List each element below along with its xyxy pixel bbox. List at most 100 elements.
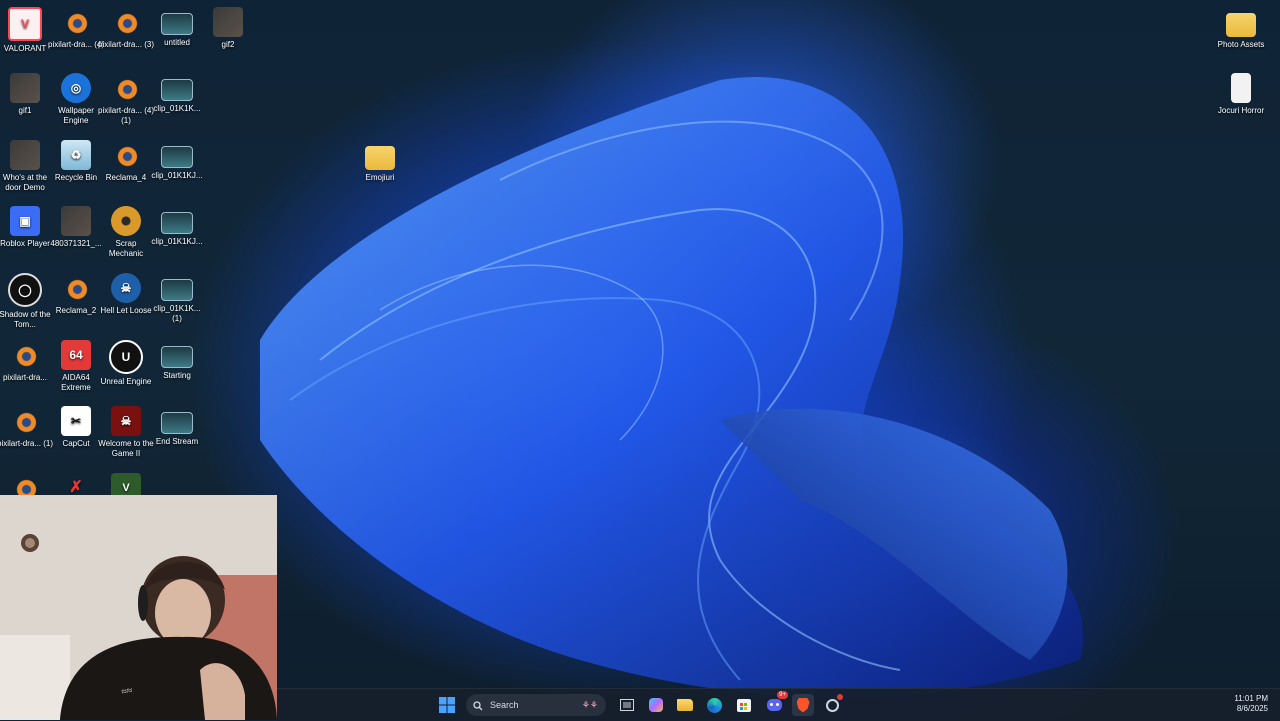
blender-icon xyxy=(10,406,40,436)
unreal-icon: U xyxy=(109,340,143,374)
document-icon xyxy=(1231,73,1251,103)
desktop-icon[interactable]: End Stream xyxy=(149,406,205,447)
desktop-icon-label: CapCut xyxy=(62,439,90,448)
desktop-icon[interactable]: ☠ Hell Let Loose xyxy=(98,273,154,316)
clip-icon xyxy=(161,79,193,101)
wallpaper-icon: ◎ xyxy=(61,73,91,103)
copilot-icon xyxy=(649,698,663,712)
desktop-icon[interactable]: pixilart-dra... (4) xyxy=(48,7,104,50)
taskbar-edge-button[interactable] xyxy=(703,694,725,716)
desktop-icon-label: Reclama_4 xyxy=(105,173,147,182)
folder-icon xyxy=(677,699,693,711)
desktop-icon[interactable]: 480371321_... xyxy=(48,206,104,249)
scrap-icon xyxy=(111,206,141,236)
desktop-icon[interactable]: pixilart-dra... xyxy=(0,340,53,383)
clip-icon xyxy=(161,346,193,368)
desktop-icon-photo-assets-folder[interactable]: Photo Assets xyxy=(1213,7,1269,50)
desktop-icon[interactable]: Who's at the door Demo xyxy=(0,140,53,193)
search-placeholder: Search xyxy=(490,700,519,710)
settings-gear-icon xyxy=(825,698,839,712)
thumb-icon xyxy=(61,206,91,236)
desktop-icon-label: pixilart-dra... xyxy=(2,373,47,382)
desktop-icon-label: pixilart-dra... (4) xyxy=(48,40,104,49)
desktop-icon[interactable]: ✂ CapCut xyxy=(48,406,104,449)
taskbar-copilot-button[interactable] xyxy=(645,694,667,716)
desktop-icon[interactable]: untitled xyxy=(149,7,205,48)
desktop-icon-jocuri-horror-file[interactable]: Jocuri Horror xyxy=(1213,73,1269,116)
desktop-icon-label: Welcome to the Game II xyxy=(98,439,154,458)
desktop-icon[interactable]: clip_01K1KJ... xyxy=(149,206,205,247)
capcut-icon: ✂ xyxy=(61,406,91,436)
desktop-icon[interactable]: V VALORANT xyxy=(0,7,53,54)
desktop-icon-label: End Stream xyxy=(155,437,199,446)
taskbar-discord-button[interactable]: 9+ xyxy=(763,691,788,716)
desktop-icon-label: VALORANT xyxy=(3,44,47,53)
desktop-icon[interactable]: Scrap Mechanic xyxy=(98,206,154,259)
desktop-icon-label: gif2 xyxy=(221,40,235,49)
desktop-icon-label: pixilart-dra... (4) (1) xyxy=(98,106,154,125)
blender-icon xyxy=(111,140,141,170)
taskbar-brave-button[interactable] xyxy=(792,694,814,716)
search-highlight-icon: ⚘⚘ xyxy=(581,700,598,710)
desktop-icon-label: clip_01K1KJ... xyxy=(151,237,203,246)
desktop-icon[interactable]: Starting xyxy=(149,340,205,381)
desktop-icon[interactable]: gif2 xyxy=(200,7,256,50)
desktop-icon[interactable]: U Unreal Engine xyxy=(98,340,154,387)
desktop-icon-label: Who's at the door Demo xyxy=(2,173,48,192)
desktop-icon[interactable]: pixilart-dra... (4) (1) xyxy=(98,73,154,126)
desktop-icon[interactable]: Reclama_4 xyxy=(98,140,154,183)
start-button[interactable] xyxy=(436,694,458,716)
desktop-icon[interactable]: Reclama_2 xyxy=(48,273,104,316)
clip-icon xyxy=(161,279,193,301)
skull-icon: ☠ xyxy=(111,406,141,436)
desktop-icon-emojiuri-folder[interactable]: Emojiuri xyxy=(352,140,408,183)
clock-date: 8/6/2025 xyxy=(1236,704,1268,713)
task-view-icon xyxy=(620,699,634,711)
discord-icon xyxy=(766,699,782,711)
desktop-icon-label: Reclama_2 xyxy=(55,306,97,315)
desktop-icon[interactable]: clip_01K1KJ... xyxy=(149,140,205,181)
desktop-icon[interactable]: clip_01K1K... (1) xyxy=(149,273,205,324)
folder-icon xyxy=(365,146,395,170)
desktop-icon[interactable]: ▣ Roblox Player xyxy=(0,206,53,249)
taskbar-app-button[interactable] xyxy=(821,694,843,716)
desktop-icon-label: gif1 xyxy=(18,106,32,115)
brave-icon xyxy=(796,697,810,713)
taskbar-search-box[interactable]: Search ⚘⚘ xyxy=(466,694,606,716)
roblox-icon: ▣ xyxy=(10,206,40,236)
desktop-icon[interactable]: pixilart-dra... (3) xyxy=(98,7,154,50)
clip-icon xyxy=(161,146,193,168)
desktop-icon-label: clip_01K1K... xyxy=(153,104,201,113)
webcam-person-silhouette: ≈≈ xyxy=(0,495,277,720)
desktop-icon[interactable]: ◎ Wallpaper Engine xyxy=(48,73,104,126)
desktop-icon[interactable]: gif1 xyxy=(0,73,53,116)
taskbar-clock[interactable]: 11:01 PM 8/6/2025 xyxy=(1234,694,1268,714)
task-view-button[interactable] xyxy=(616,694,638,716)
desktop-icon-label: Recycle Bin xyxy=(54,173,98,182)
wallpaper-bloom xyxy=(260,76,1084,698)
valorant-icon: V xyxy=(8,7,42,41)
desktop-icon[interactable]: pixilart-dra... (1) xyxy=(0,406,53,449)
desktop-icon[interactable]: 64 AIDA64 Extreme xyxy=(48,340,104,393)
folder-icon xyxy=(1226,13,1256,37)
clock-time: 11:01 PM xyxy=(1234,694,1268,703)
desktop-icon-label: AIDA64 Extreme xyxy=(61,373,91,392)
desktop-icon-label: Scrap Mechanic xyxy=(108,239,144,258)
edge-icon xyxy=(706,697,722,713)
desktop-icon-label: Shadow of the Tom... xyxy=(0,310,51,329)
desktop-icon[interactable]: ☠ Welcome to the Game II xyxy=(98,406,154,459)
desktop-icon-label: pixilart-dra... (1) xyxy=(0,439,53,448)
desktop-icon-label: Starting xyxy=(163,371,191,380)
blender-icon xyxy=(61,7,91,37)
taskbar-file-explorer-button[interactable] xyxy=(674,694,696,716)
desktop-icon[interactable]: ♻ Recycle Bin xyxy=(48,140,104,183)
desktop-icon-label: untitled xyxy=(164,38,190,47)
taskbar-store-button[interactable] xyxy=(733,694,755,716)
webcam-overlay: ≈≈ xyxy=(0,495,277,720)
desktop-icon-label: pixilart-dra... (3) xyxy=(98,40,154,49)
desktop-icon[interactable]: ◯ Shadow of the Tom... xyxy=(0,273,53,330)
thumb-icon xyxy=(213,7,243,37)
desktop-icon[interactable]: clip_01K1K... xyxy=(149,73,205,114)
clip-icon xyxy=(161,13,193,35)
blender-icon xyxy=(61,273,91,303)
